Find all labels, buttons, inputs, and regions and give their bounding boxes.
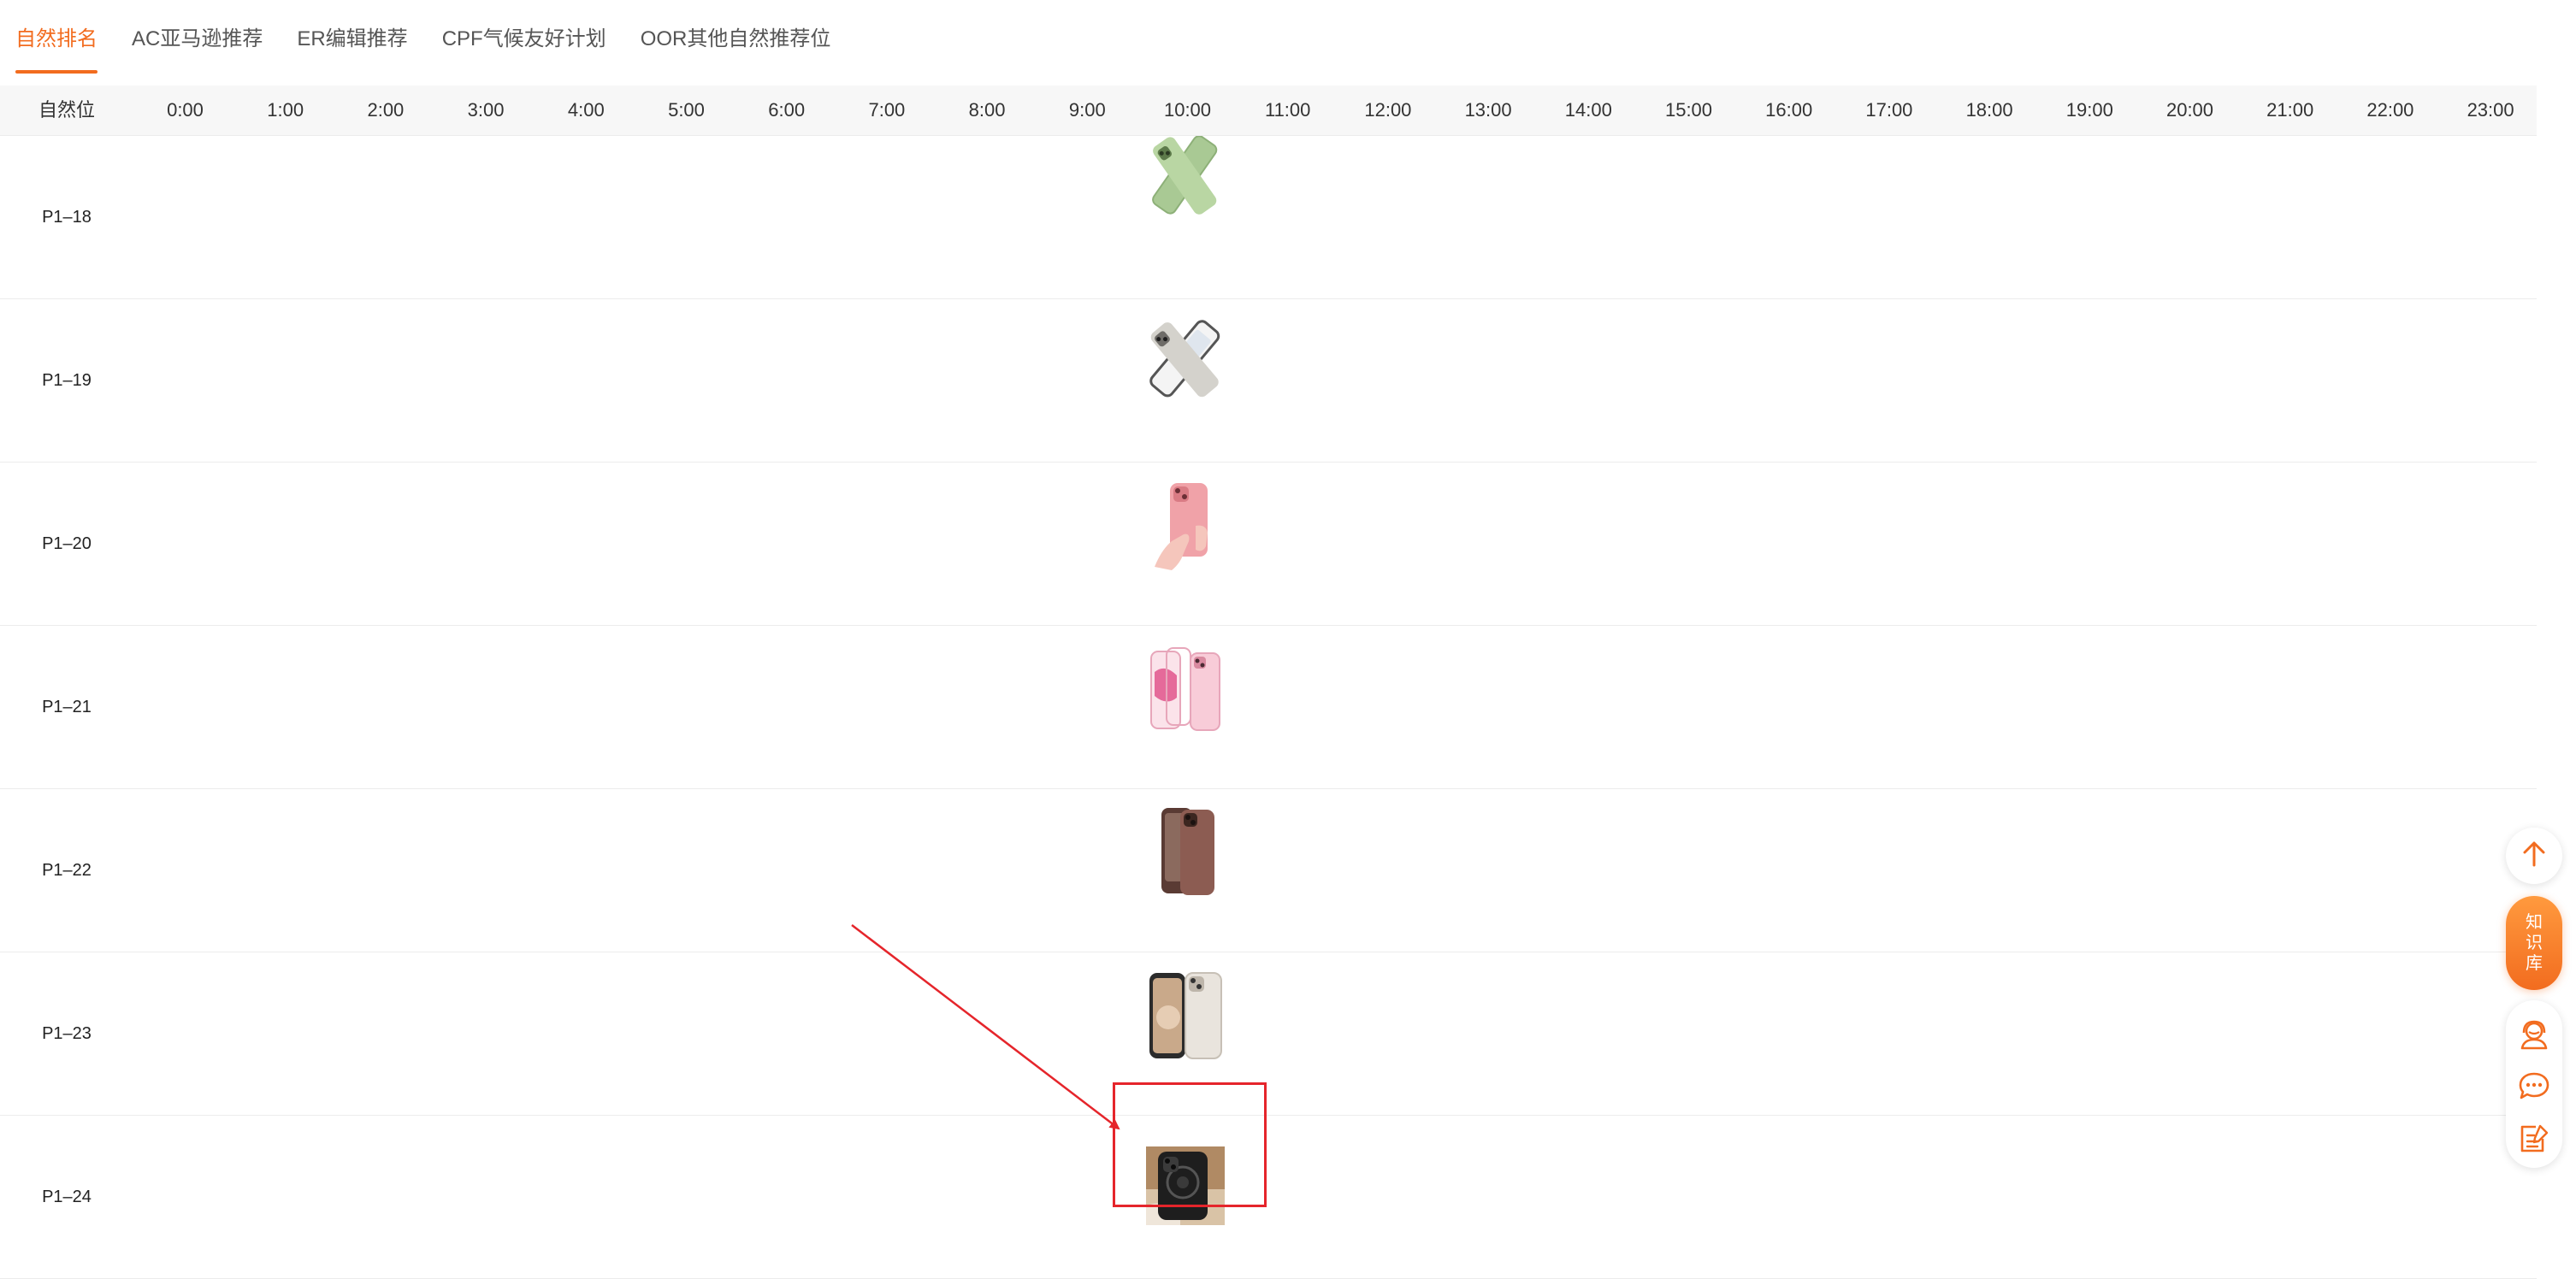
- hour-column-header: 20:00: [2165, 99, 2214, 121]
- tab-bar: 自然排名 AC亚马逊推荐 ER编辑推荐 CPF气候友好计划 OOR其他自然推荐位: [0, 0, 2532, 75]
- feedback-icon[interactable]: [2517, 1122, 2551, 1156]
- hour-column-header: 12:00: [1364, 99, 1412, 121]
- hour-column-header: 7:00: [868, 99, 906, 121]
- hour-column-header: 21:00: [2266, 99, 2314, 121]
- hour-column-header: 14:00: [1564, 99, 1612, 121]
- hour-column-header: 23:00: [2467, 99, 2514, 121]
- product-thumbnail[interactable]: [1146, 805, 1225, 895]
- position-column-header: 自然位: [38, 99, 95, 121]
- table-row: P1–23: [0, 952, 2537, 1116]
- product-thumbnail[interactable]: [1146, 320, 1225, 398]
- row-position-label: P1–24: [42, 1187, 92, 1206]
- product-thumbnail[interactable]: [1146, 481, 1225, 570]
- row-position-label: P1–18: [42, 207, 92, 227]
- hour-column-header: 18:00: [1965, 99, 2013, 121]
- hour-column-header: 5:00: [668, 99, 705, 121]
- tab-natural-ranking[interactable]: 自然排名: [15, 26, 97, 74]
- row-position-label: P1–21: [42, 697, 92, 716]
- hour-column-header: 19:00: [2065, 99, 2113, 121]
- knowledge-base-button[interactable]: 知 识 库: [2506, 896, 2562, 990]
- hour-column-header: 8:00: [968, 99, 1006, 121]
- hour-column-header: 4:00: [567, 99, 605, 121]
- product-thumbnail[interactable]: [1146, 646, 1225, 731]
- highlight-box: [1113, 1082, 1267, 1207]
- hour-column-header: 13:00: [1464, 99, 1512, 121]
- table-row: P1–19: [0, 299, 2537, 463]
- hour-column-header: 15:00: [1664, 99, 1713, 121]
- knowledge-char: 识: [2526, 934, 2543, 952]
- hour-column-header: 22:00: [2366, 99, 2414, 121]
- tab-amazon-recommend[interactable]: AC亚马逊推荐: [132, 26, 263, 53]
- row-position-label: P1–19: [42, 370, 92, 390]
- hour-column-header: 6:00: [768, 99, 806, 121]
- table-row: P1–20: [0, 463, 2537, 626]
- timeline-header: 自然位 0:00 1:00 2:00 3:00 4:00 5:00 6:00 7:00 8:00…: [0, 85, 2537, 136]
- row-position-label: P1–20: [42, 533, 92, 553]
- product-thumbnail[interactable]: [1146, 970, 1225, 1059]
- row-position-label: P1–22: [42, 860, 92, 880]
- hour-column-header: 16:00: [1765, 99, 1813, 121]
- customer-service-icon[interactable]: [2517, 1017, 2551, 1052]
- hour-column-header: 10:00: [1163, 99, 1212, 121]
- product-thumbnail[interactable]: [1146, 135, 1225, 215]
- table-row: P1–22: [0, 789, 2537, 952]
- arrow-up-icon: [2520, 840, 2549, 873]
- knowledge-char: 库: [2526, 954, 2543, 973]
- table-row: P1–18: [0, 135, 2537, 299]
- tab-editor-recommend[interactable]: ER编辑推荐: [297, 26, 407, 53]
- hour-column-header: 11:00: [1264, 99, 1311, 121]
- hour-column-header: 17:00: [1865, 99, 1913, 121]
- row-position-label: P1–23: [42, 1023, 92, 1043]
- table-row: P1–21: [0, 626, 2537, 789]
- knowledge-char: 知: [2526, 913, 2543, 932]
- back-to-top-button[interactable]: [2506, 828, 2562, 884]
- hour-column-header: 3:00: [467, 99, 505, 121]
- table-row: P1–24: [0, 1116, 2537, 1279]
- tab-climate-friendly[interactable]: CPF气候友好计划: [442, 26, 606, 53]
- chat-icon[interactable]: [2517, 1069, 2551, 1103]
- tab-other-natural[interactable]: OOR其他自然推荐位: [641, 26, 831, 53]
- hour-column-header: 0:00: [167, 99, 204, 121]
- hour-column-header: 2:00: [367, 99, 405, 121]
- hour-column-header: 1:00: [267, 99, 304, 121]
- hour-column-header: 9:00: [1068, 99, 1106, 121]
- support-actions-group: [2506, 1000, 2562, 1168]
